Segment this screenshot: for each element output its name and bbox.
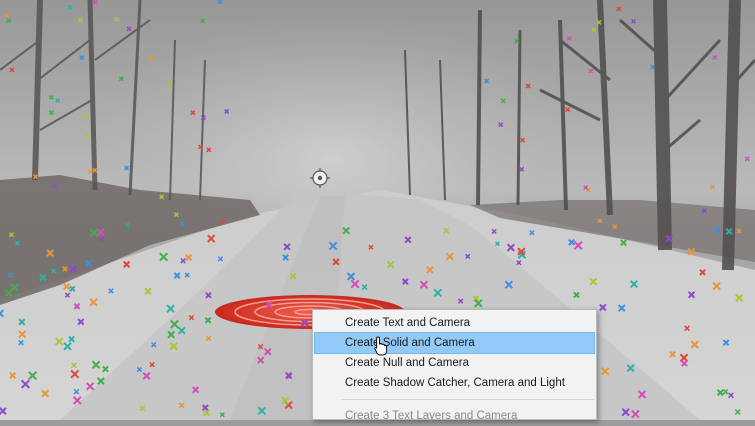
menu-item-create-solid-and-camera[interactable]: Create Solid and Camera <box>314 332 595 354</box>
menu-item-create-3-text-layers[interactable]: Create 3 Text Layers and Camera <box>315 406 594 426</box>
menu-item-create-text-and-camera[interactable]: Create Text and Camera <box>315 313 594 333</box>
menu-item-create-null-and-camera[interactable]: Create Null and Camera <box>315 353 594 373</box>
context-menu: Create Text and Camera Create Solid and … <box>312 309 597 422</box>
menu-item-create-shadow-catcher[interactable]: Create Shadow Catcher, Camera and Light <box>315 373 594 393</box>
menu-separator <box>341 399 594 400</box>
mouse-pointer-icon <box>374 336 388 356</box>
